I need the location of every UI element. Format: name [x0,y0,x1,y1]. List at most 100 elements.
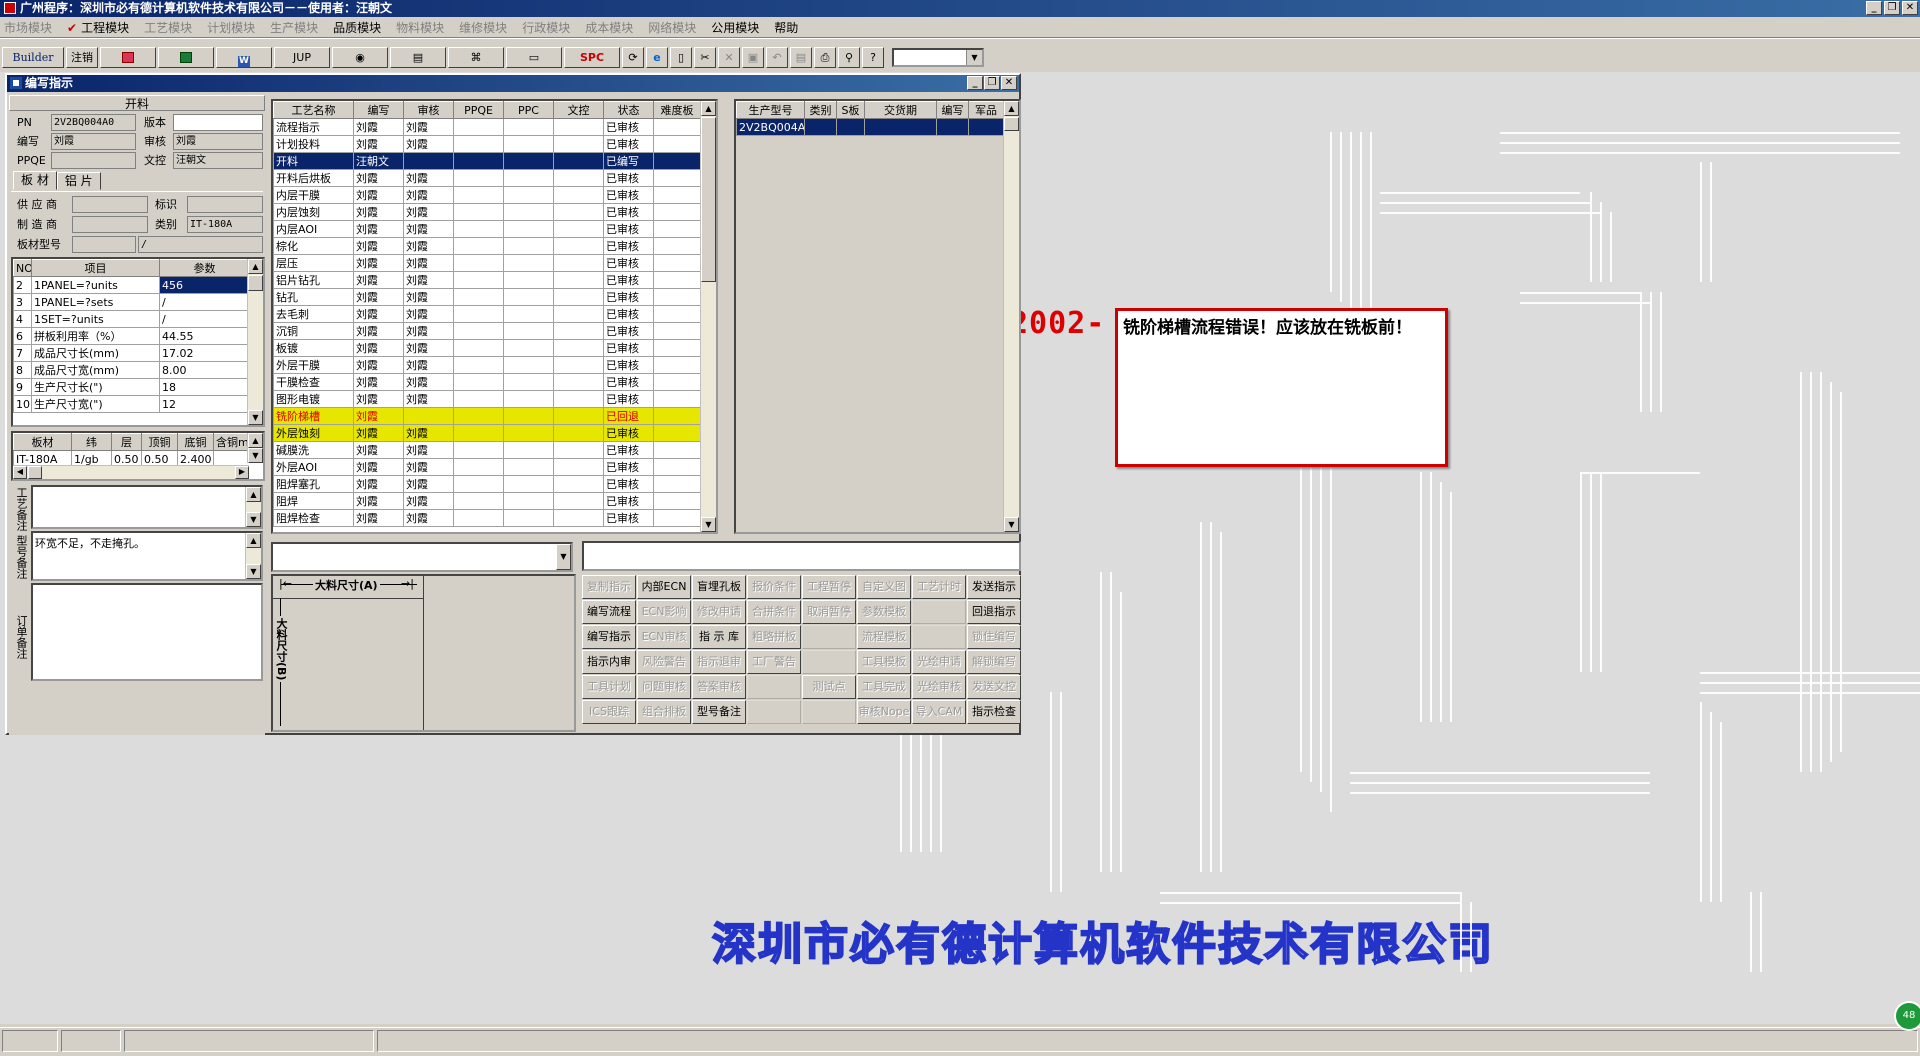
table-cell[interactable]: 已审核 [603,271,654,289]
table-row[interactable]: 7 成品尺寸长(mm) 17.02 [13,344,250,362]
table-cell[interactable]: 已审核 [603,509,654,527]
table-cell[interactable] [503,373,554,391]
table-cell[interactable]: 阻焊检查 [273,509,354,527]
action-button-18[interactable]: 指 示 库 [692,625,746,649]
column-header[interactable]: PPC [503,101,554,119]
table-cell[interactable]: 1PANEL=?sets [31,293,160,311]
table-cell[interactable]: 已审核 [603,424,654,442]
table-cell[interactable]: 刘霞 [353,441,404,459]
table-cell[interactable] [503,475,554,493]
action-button-8[interactable]: 编写流程 [582,600,636,624]
action-button-27[interactable]: 工厂警告 [747,650,801,674]
builder-button[interactable]: Builder [2,46,64,68]
table-cell[interactable] [503,339,554,357]
book-icon[interactable]: ▤ [390,46,446,68]
table-cell[interactable]: 刘霞 [403,458,454,476]
table-cell[interactable] [653,373,701,391]
params-scrollbar[interactable]: ▲ ▼ [247,259,263,425]
table-cell[interactable]: 拼板利用率（%） [31,327,160,345]
board-model-field-a[interactable] [72,236,136,253]
table-cell[interactable]: 已审核 [603,254,654,272]
column-header[interactable]: NO [13,259,32,277]
table-cell[interactable]: 刘霞 [403,305,454,323]
notification-badge[interactable]: 48 [1894,1001,1920,1031]
action-button-3[interactable]: 报价条件 [747,575,801,599]
action-button-14[interactable] [912,600,966,624]
order-note-field[interactable] [31,583,263,681]
table-cell[interactable] [653,441,701,459]
table-cell[interactable] [503,458,554,476]
table-cell[interactable]: 生产尺寸宽(") [31,395,160,413]
table-cell[interactable] [503,135,554,153]
table-cell[interactable] [503,271,554,289]
table-cell[interactable]: 刘霞 [403,203,454,221]
table-cell[interactable] [503,322,554,340]
column-header[interactable]: 类别 [804,101,837,119]
menu-item-9[interactable]: 成本模块 [585,19,633,36]
table-cell[interactable] [553,118,604,136]
table-cell[interactable]: 外层AOI [273,458,354,476]
table-cell[interactable]: 铝片钻孔 [273,271,354,289]
table-row[interactable]: 10 生产尺寸宽(") 12 [13,395,250,413]
table-cell[interactable] [553,271,604,289]
table-cell[interactable]: 刘霞 [403,339,454,357]
column-header[interactable]: 板材 [13,433,72,451]
table-cell[interactable]: 刘霞 [353,322,404,340]
action-button-42[interactable]: 型号备注 [692,700,746,724]
table-cell[interactable] [653,407,701,425]
table-cell[interactable]: 已审核 [603,203,654,221]
action-button-41[interactable]: 组合排板 [637,700,691,724]
table-cell[interactable]: 刘霞 [353,305,404,323]
table-cell[interactable] [403,152,454,170]
zoom-icon[interactable]: ⚲ [838,46,860,68]
column-header[interactable]: 层 [111,433,142,451]
table-cell[interactable] [503,288,554,306]
window-minimize-button[interactable]: _ [967,76,983,90]
table-cell[interactable]: 刘霞 [403,441,454,459]
action-button-4[interactable]: 工程暂停 [802,575,856,599]
table-cell[interactable]: 8 [13,361,32,379]
action-button-47[interactable]: 指示检查 [967,700,1021,724]
table-cell[interactable]: 已审核 [603,237,654,255]
table-row[interactable]: 阻焊塞孔 刘霞 刘霞 已审核 [273,475,701,493]
table-cell[interactable]: 刘霞 [403,322,454,340]
table-cell[interactable]: 已审核 [603,118,654,136]
menu-item-12[interactable]: 帮助 [774,19,798,36]
table-cell[interactable] [453,339,504,357]
table-row[interactable]: 8 成品尺寸宽(mm) 8.00 [13,361,250,379]
table-row[interactable]: 3 1PANEL=?sets / [13,293,250,311]
action-button-45[interactable]: 审核Nope [857,700,911,724]
product-scrollbar[interactable]: ▲ ▼ [1003,101,1019,532]
table-cell[interactable] [503,152,554,170]
table-cell[interactable]: 开料 [273,152,354,170]
table-row[interactable]: 外层AOI 刘霞 刘霞 已审核 [273,458,701,476]
network-icon[interactable]: ⌘ [448,46,504,68]
table-cell[interactable] [553,305,604,323]
action-button-40[interactable]: ICS跟踪 [582,700,636,724]
printer-icon[interactable]: ▭ [506,46,562,68]
table-cell[interactable]: 棕化 [273,237,354,255]
table-cell[interactable]: 刘霞 [353,339,404,357]
table-cell[interactable]: 刘霞 [403,169,454,187]
table-row[interactable]: 2V2BQ004A0 [736,118,1004,136]
table-cell[interactable]: 已编写 [603,152,654,170]
table-cell[interactable] [453,322,504,340]
table-cell[interactable] [453,424,504,442]
table-cell[interactable]: 刘霞 [403,288,454,306]
table-cell[interactable] [453,152,504,170]
table-cell[interactable] [553,356,604,374]
table-cell[interactable]: 刘霞 [353,492,404,510]
table-cell[interactable]: 已审核 [603,441,654,459]
table-cell[interactable] [653,356,701,374]
action-button-10[interactable]: 修改申请 [692,600,746,624]
table-cell[interactable] [453,271,504,289]
table-row[interactable]: 内层干膜 刘霞 刘霞 已审核 [273,186,701,204]
menu-item-4[interactable]: 生产模块 [270,19,318,36]
table-row[interactable]: 外层干膜 刘霞 刘霞 已审核 [273,356,701,374]
table-cell[interactable] [453,356,504,374]
table-cell[interactable]: 阻焊 [273,492,354,510]
menu-item-6[interactable]: 物料模块 [396,19,444,36]
eye-icon[interactable]: ◉ [332,46,388,68]
table-cell[interactable]: 已审核 [603,390,654,408]
table-cell[interactable] [553,322,604,340]
